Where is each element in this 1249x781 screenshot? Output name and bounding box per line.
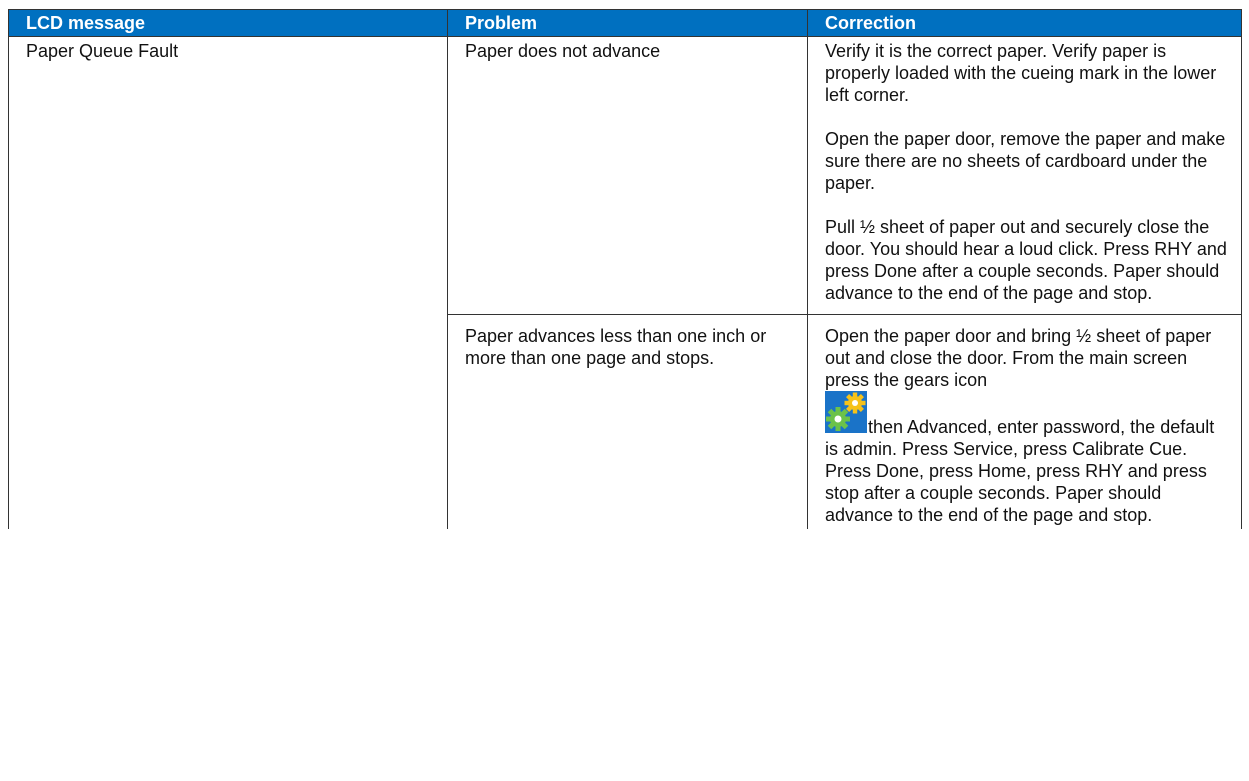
gears-icon — [825, 391, 867, 433]
correction-paragraph: Pull ½ sheet of paper out and securely c… — [825, 217, 1227, 303]
correction-cell: Verify it is the correct paper. Verify p… — [807, 36, 1242, 315]
table-row: Paper advances less than one inch or mor… — [8, 314, 1242, 529]
correction-cell: Open the paper door and bring ½ sheet of… — [807, 314, 1242, 529]
correction-paragraph: Open the paper door, remove the paper an… — [825, 129, 1226, 193]
problem-cell: Paper does not advance — [447, 36, 808, 315]
header-row: LCD message Problem Correction — [8, 9, 1242, 37]
correction-text-before-icon: Open the paper door and bring ½ sheet of… — [825, 326, 1212, 390]
troubleshooting-table: LCD message Problem Correction Paper Que… — [8, 9, 1242, 529]
header-correction: Correction — [807, 9, 1242, 37]
correction-paragraph: Verify it is the correct paper. Verify p… — [825, 41, 1217, 105]
correction-text-after-icon: then Advanced, enter password, the defau… — [825, 417, 1215, 525]
table-row: Paper Queue Fault Paper does not advance… — [8, 36, 1242, 315]
lcd-message-cell: Paper Queue Fault — [8, 36, 448, 315]
lcd-message-cell — [8, 314, 448, 529]
header-problem: Problem — [447, 9, 808, 37]
problem-cell: Paper advances less than one inch or mor… — [447, 314, 808, 529]
header-lcd-message: LCD message — [8, 9, 448, 37]
